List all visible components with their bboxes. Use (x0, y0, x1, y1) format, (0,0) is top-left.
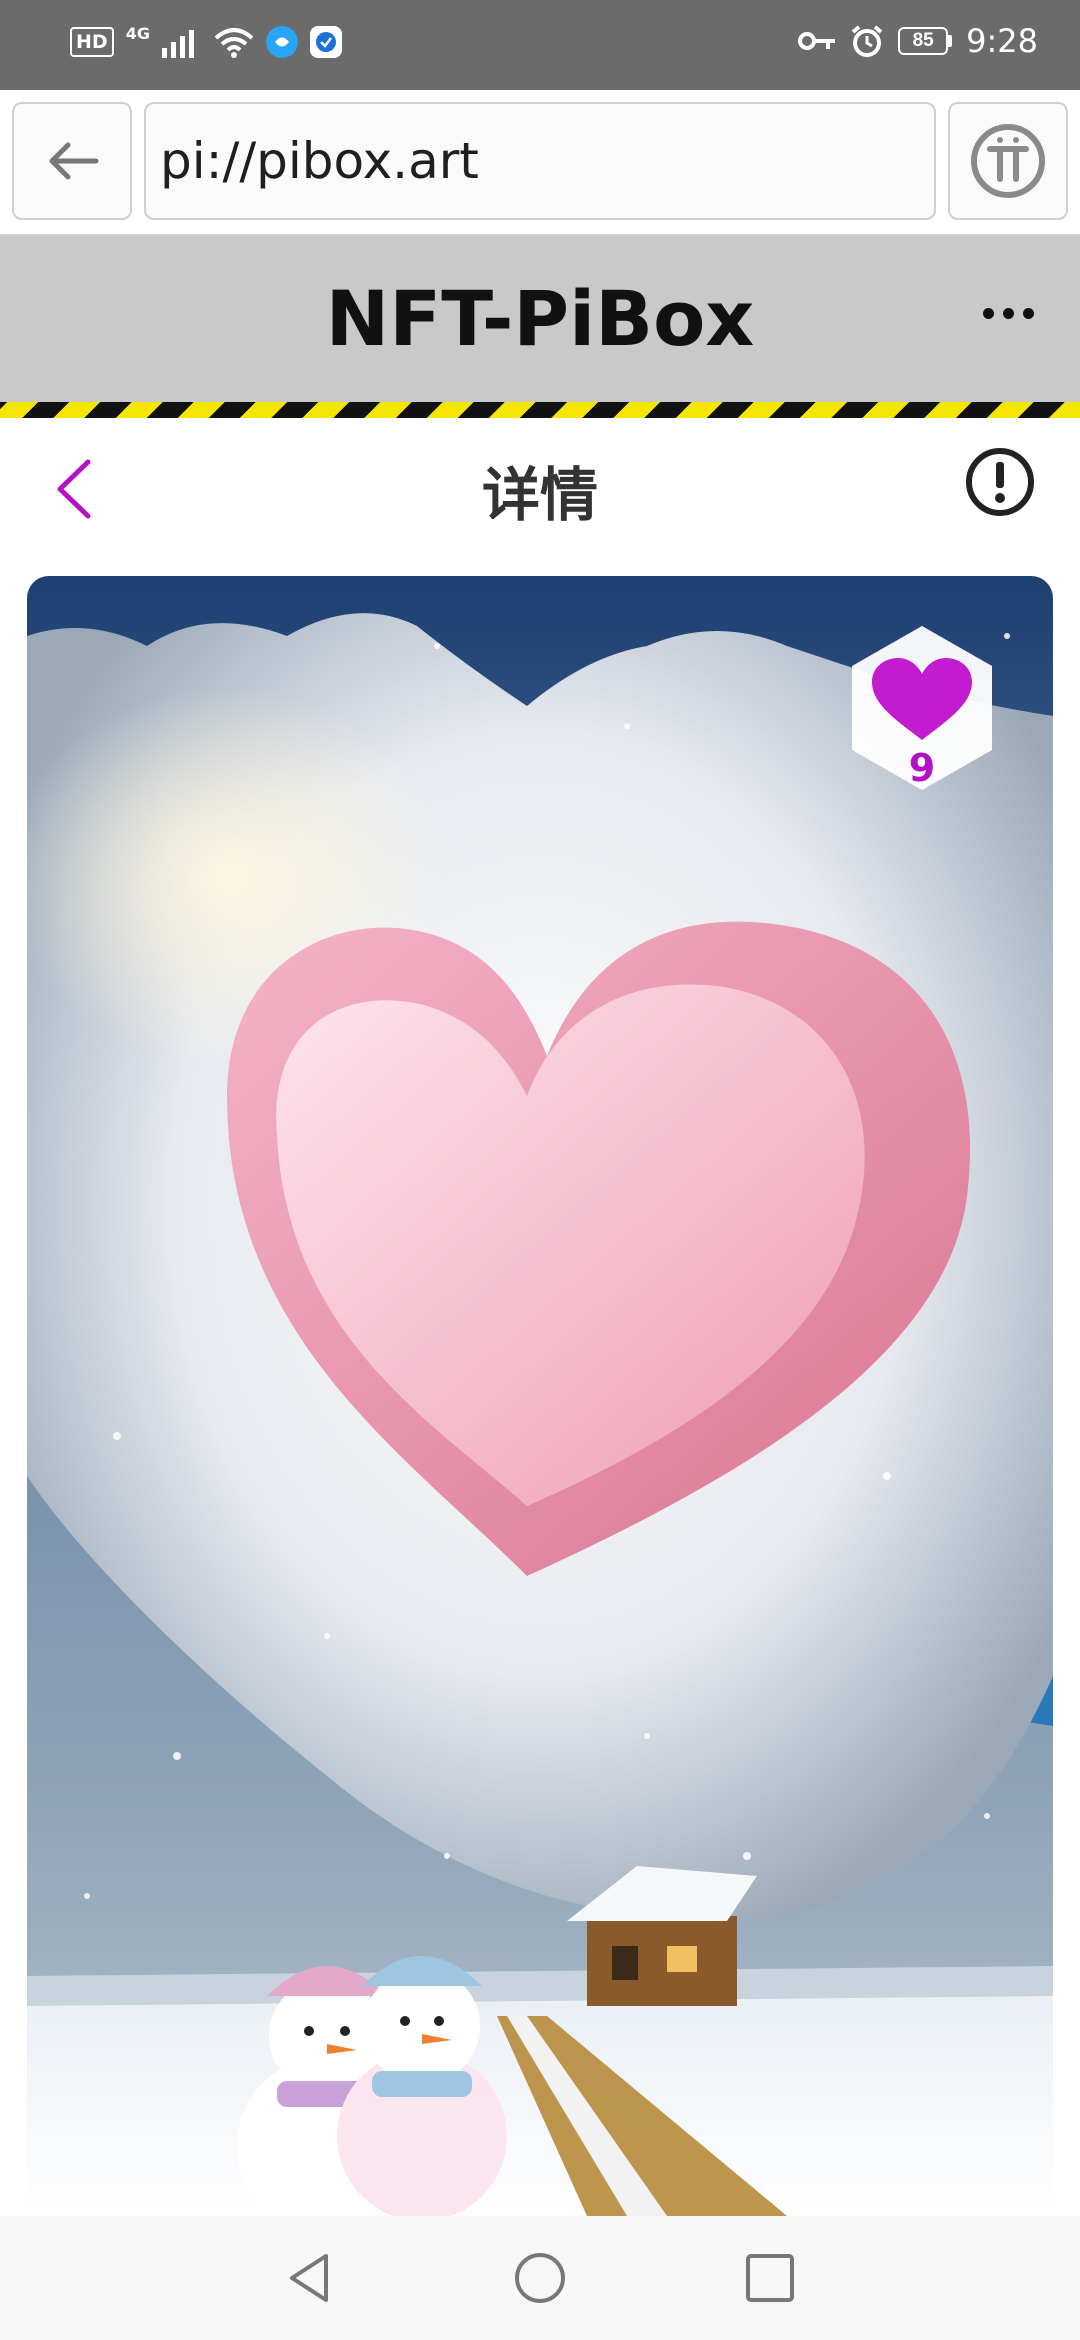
signal-icon (161, 30, 194, 58)
nft-artwork-image[interactable] (27, 576, 1053, 2216)
nav-back-triangle-icon[interactable] (282, 2250, 338, 2306)
like-count: 9 (908, 746, 936, 790)
key-icon (798, 32, 836, 50)
hazard-stripe-divider (0, 402, 1080, 418)
page-title: 详情 (481, 461, 598, 529)
site-header: NFT-PiBox (0, 236, 1080, 402)
alarm-icon (851, 25, 883, 57)
nav-recents-square-icon[interactable] (742, 2250, 798, 2306)
battery-indicator: 85 (898, 27, 953, 55)
system-nav-bar (0, 2216, 1080, 2340)
info-icon[interactable] (964, 446, 1036, 518)
pi-logo-icon (971, 124, 1045, 198)
url-field[interactable]: pi://pibox.art (144, 102, 936, 220)
arrow-left-icon (49, 142, 99, 180)
app-notification-icon-2 (309, 26, 342, 58)
more-dots-icon[interactable] (983, 308, 1034, 319)
hd-badge: HD (70, 27, 114, 57)
clock: 9:28 (966, 22, 1038, 60)
pi-wallet-button[interactable] (948, 102, 1068, 220)
wifi-icon (214, 28, 254, 58)
status-bar: HD 4G 85 9:28 (0, 0, 1080, 90)
status-right-icons: 85 9:28 (798, 22, 1038, 60)
status-left-icons: HD 4G (70, 23, 342, 58)
nav-home-circle-icon[interactable] (512, 2250, 568, 2306)
detail-nav-bar: 详情 (0, 418, 1080, 558)
browser-toolbar: pi://pibox.art (0, 90, 1080, 236)
app-notification-icon (265, 26, 298, 58)
network-type: 4G (125, 23, 150, 43)
battery-level: 85 (898, 27, 949, 55)
browser-back-button[interactable] (12, 102, 132, 220)
site-title: NFT-PiBox (325, 274, 755, 363)
